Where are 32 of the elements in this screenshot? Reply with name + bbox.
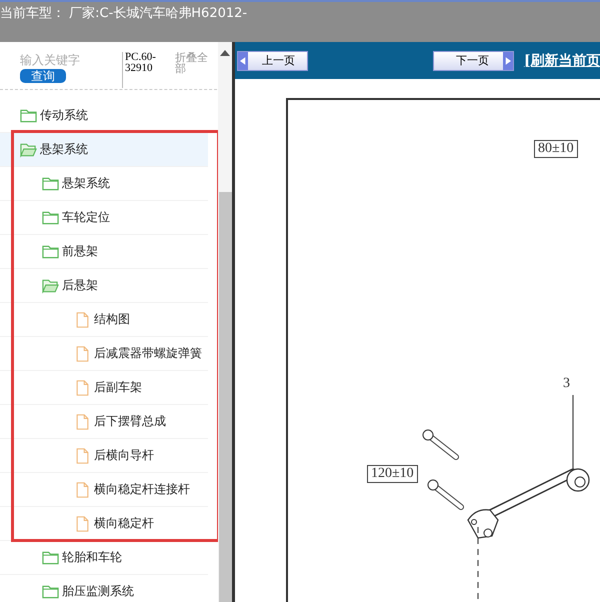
- tree-item[interactable]: 轮胎和车轮: [0, 541, 208, 575]
- tree-item[interactable]: 悬架系统: [0, 133, 208, 167]
- tree-item[interactable]: 后下摆臂总成: [0, 405, 208, 439]
- document-icon: [74, 312, 91, 328]
- document-icon: [74, 516, 91, 532]
- tree-item[interactable]: 结构图: [0, 303, 208, 337]
- next-page-button[interactable]: 下一页: [433, 50, 514, 70]
- tree-item[interactable]: 前悬架: [0, 235, 208, 269]
- previous-page-button[interactable]: 上一页: [237, 50, 308, 70]
- current-model-title: 当前车型： 厂家:C-长城汽车哈弗H62012-: [0, 5, 248, 22]
- tree-item[interactable]: 横向稳定杆连接杆: [0, 473, 208, 507]
- torque-label: 120±10: [367, 465, 418, 483]
- tree-item[interactable]: 横向稳定杆: [0, 507, 208, 541]
- refresh-page-link[interactable]: [刷新当前页: [524, 52, 600, 70]
- document-icon: [74, 448, 91, 464]
- tree-item[interactable]: 胎压监测系统: [0, 575, 208, 602]
- torque-label: 80±10: [534, 140, 578, 158]
- document-icon: [74, 482, 91, 498]
- document-icon: [74, 380, 91, 396]
- scroll-up-icon[interactable]: [220, 50, 230, 56]
- tree-item[interactable]: 后悬架: [0, 269, 208, 303]
- document-icon: [74, 414, 91, 430]
- part-code: PC.60-32910: [122, 52, 169, 88]
- tree-item[interactable]: 悬架系统: [0, 167, 208, 201]
- document-icon: [74, 346, 91, 362]
- callout-number: 3: [563, 376, 570, 392]
- search-button[interactable]: 查询: [20, 69, 66, 83]
- tree-item[interactable]: 车轮定位: [0, 201, 208, 235]
- scrollbar[interactable]: [218, 42, 232, 602]
- tree-item[interactable]: 后减震器带螺旋弹簧: [0, 337, 208, 371]
- tree-item[interactable]: 后副车架: [0, 371, 208, 405]
- tree-item[interactable]: 后横向导杆: [0, 439, 208, 473]
